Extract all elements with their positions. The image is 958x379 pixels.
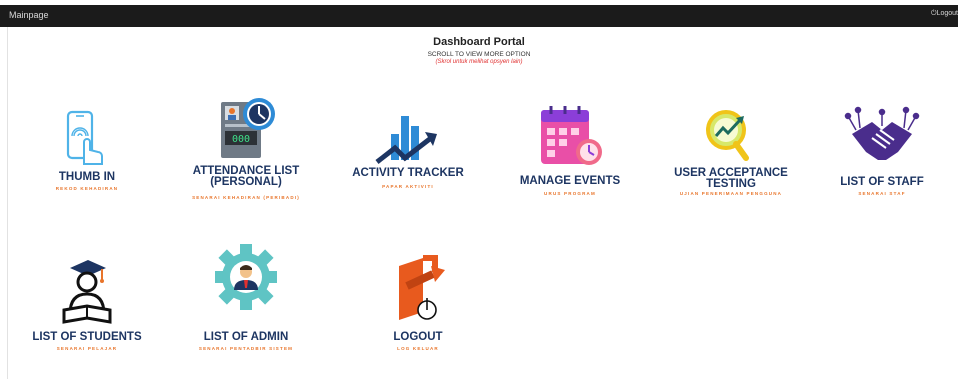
graduate-reading-icon [22,256,152,330]
tile-sublabel: SENARAI KEHADIRAN (PERIBADI) [192,195,300,200]
handshake-icon [817,104,947,178]
tile-label: LIST OF STUDENTS [32,331,142,343]
mainpage-link[interactable]: Mainpage [9,10,49,20]
logout-link-label: Logout [936,10,958,17]
tile-sublabel: SENARAI STAF [858,191,906,196]
tile-label: USER ACCEPTANCE TESTING [674,167,788,190]
tile-sublabel: SENARAI PELAJAR [56,346,118,351]
tile-label: LOGOUT [393,331,443,343]
tile-sublabel: URUS PROGRAM [544,191,596,196]
tile-label: LIST OF STAFF [840,176,924,188]
tile-label: THUMB IN [58,171,116,183]
tile-sublabel: REKOD KEHADIRAN [55,186,119,191]
exit-power-icon [353,252,483,326]
svg-text:000: 000 [232,134,250,145]
tile-sublabel: SENARAI PENTADBIR SISTEM [198,346,294,351]
tile-label: ATTENDANCE LIST (PERSONAL) [192,165,300,188]
tile-sublabel: PAPAR AKTIVITI [382,184,434,189]
top-navbar: Mainpage ⏻Logout [0,0,958,27]
calendar-clock-icon [505,100,635,174]
scroll-hint-malay: (Skrol untuk melihat opsyen lain) [435,59,523,65]
scroll-hint: SCROLL TO VIEW MORE OPTION [427,51,531,58]
page-header: Dashboard Portal SCROLL TO VIEW MORE OPT… [0,36,958,65]
tile-label: LIST OF ADMIN [203,331,289,343]
fingerprint-phone-icon [22,106,152,180]
tile-sublabel: UJIAN PENERIMAAN PENGGUNA [679,191,783,196]
tile-label: MANAGE EVENTS [519,175,621,187]
time-clock-icon: 000 [181,94,311,168]
tile-sublabel: LOG KELUAR [397,346,439,351]
page-left-border [7,27,8,379]
admin-gear-icon [181,234,311,310]
tile-label: ACTIVITY TRACKER [352,167,464,179]
logout-link[interactable]: ⏻Logout [931,10,958,18]
page-title: Dashboard Portal [433,36,525,48]
